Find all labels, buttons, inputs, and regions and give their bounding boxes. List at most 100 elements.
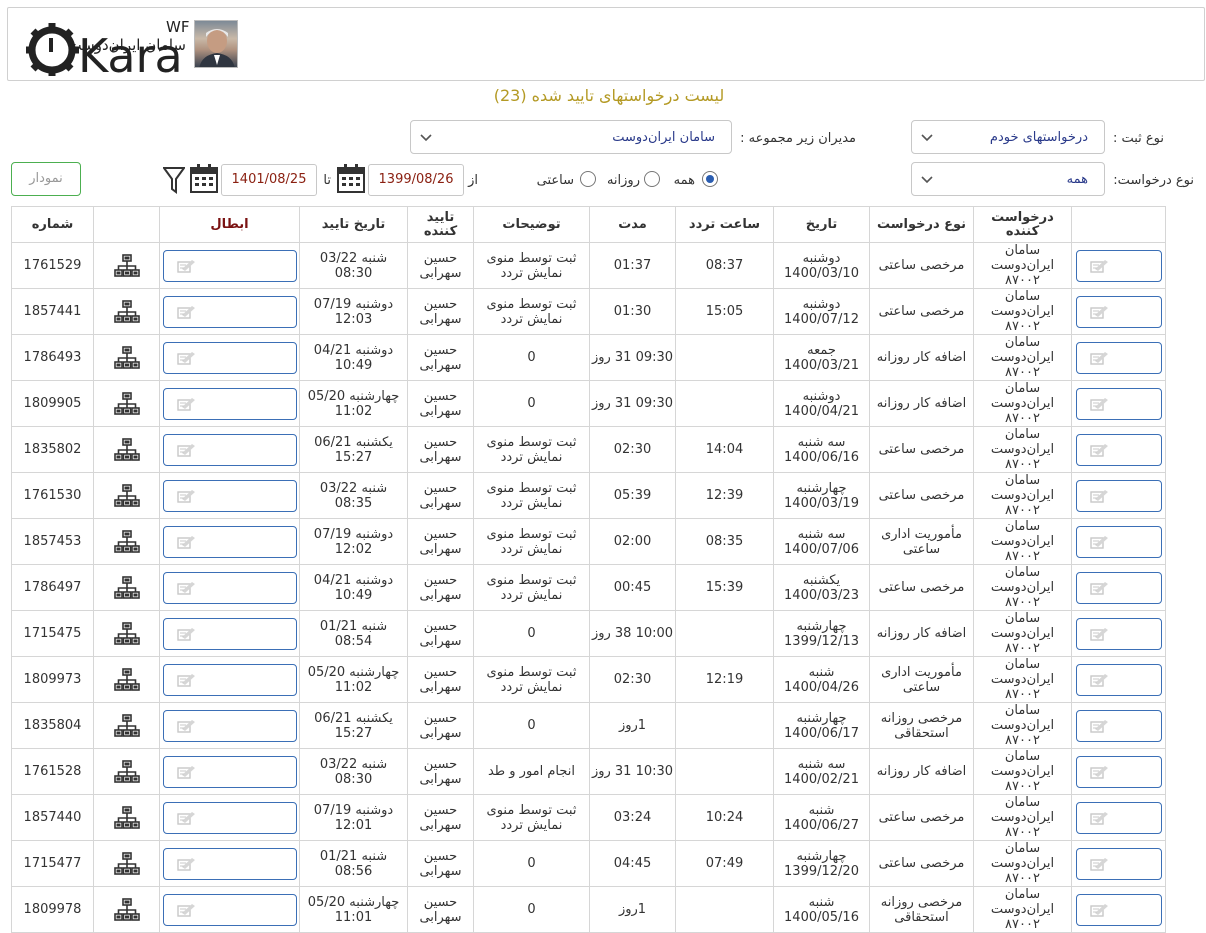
- col-header-approver[interactable]: تایید کننده: [407, 206, 474, 243]
- col-header-type[interactable]: نوع درخواست: [869, 206, 974, 243]
- hierarchy-icon[interactable]: [113, 851, 140, 876]
- view-button[interactable]: [1075, 571, 1162, 604]
- hierarchy-icon[interactable]: [113, 391, 140, 416]
- view-button[interactable]: [1075, 847, 1162, 880]
- from-date-input[interactable]: 1399/08/26: [368, 164, 464, 196]
- col-header-date[interactable]: تاریخ: [773, 206, 870, 243]
- filter-icon[interactable]: [163, 165, 185, 195]
- date-cell: دوشنبه 1400/07/12: [773, 288, 870, 335]
- calendar-icon[interactable]: [189, 163, 219, 195]
- cancel-button[interactable]: [162, 755, 297, 788]
- cancel-button[interactable]: [162, 617, 297, 650]
- time-cell: 12:39: [675, 472, 774, 519]
- org-cell: [93, 564, 160, 611]
- description-cell: ثبت توسط منوی نمایش تردد: [473, 656, 590, 703]
- cancel-button[interactable]: [162, 387, 297, 420]
- cancel-button[interactable]: [162, 525, 297, 558]
- to-date-input[interactable]: 1401/08/25: [221, 164, 317, 196]
- hierarchy-icon[interactable]: [113, 345, 140, 370]
- cancel-button[interactable]: [162, 663, 297, 696]
- hierarchy-icon[interactable]: [113, 897, 140, 922]
- view-button[interactable]: [1075, 617, 1162, 650]
- cancel-button[interactable]: [162, 479, 297, 512]
- request-type-label: نوع درخواست:: [1113, 173, 1194, 188]
- to-label: تا: [323, 173, 331, 188]
- table-row: سامان ایران‌دوست ۸۷۰۰۲ مرخصی روزانه استحق…: [11, 886, 1166, 933]
- radio-all[interactable]: [702, 171, 718, 187]
- view-button[interactable]: [1075, 709, 1162, 742]
- cancel-button[interactable]: [162, 893, 297, 926]
- request-type-select[interactable]: همه: [911, 162, 1105, 196]
- hierarchy-icon[interactable]: [113, 575, 140, 600]
- view-button[interactable]: [1075, 755, 1162, 788]
- hierarchy-icon[interactable]: [113, 621, 140, 646]
- edit-document-icon: [176, 719, 195, 733]
- org-cell: [93, 656, 160, 703]
- cancel-button[interactable]: [162, 801, 297, 834]
- hierarchy-icon[interactable]: [113, 713, 140, 738]
- view-button[interactable]: [1075, 295, 1162, 328]
- org-cell: [93, 242, 160, 289]
- cancel-button[interactable]: [162, 571, 297, 604]
- view-button[interactable]: [1075, 249, 1162, 282]
- action-cell: [1071, 518, 1166, 565]
- view-button[interactable]: [1075, 387, 1162, 420]
- requester-cell: سامان ایران‌دوست ۸۷۰۰۲: [973, 656, 1072, 703]
- cancel-button[interactable]: [162, 433, 297, 466]
- cancel-cell: [159, 748, 300, 795]
- table-row: سامان ایران‌دوست ۸۷۰۰۲ مرخصی ساعتی شنبه 14…: [11, 794, 1166, 841]
- col-header-requester[interactable]: درخواست کننده: [973, 206, 1072, 243]
- view-button[interactable]: [1075, 479, 1162, 512]
- radio-hourly[interactable]: [580, 171, 596, 187]
- hierarchy-icon[interactable]: [113, 529, 140, 554]
- requester-cell: سامان ایران‌دوست ۸۷۰۰۲: [973, 840, 1072, 887]
- hierarchy-icon[interactable]: [113, 805, 140, 830]
- cancel-cell: [159, 656, 300, 703]
- col-header-time[interactable]: ساعت تردد: [675, 206, 774, 243]
- hierarchy-icon[interactable]: [113, 437, 140, 462]
- user-avatar[interactable]: [194, 20, 238, 68]
- edit-document-icon: [1089, 259, 1108, 273]
- cancel-button[interactable]: [162, 847, 297, 880]
- register-type-select[interactable]: درخواستهای خودم: [911, 120, 1105, 154]
- number-cell: 1761530: [11, 472, 94, 519]
- hierarchy-icon[interactable]: [113, 759, 140, 784]
- view-button[interactable]: [1075, 801, 1162, 834]
- hierarchy-icon[interactable]: [113, 299, 140, 324]
- org-cell: [93, 288, 160, 335]
- requester-cell: سامان ایران‌دوست ۸۷۰۰۲: [973, 518, 1072, 565]
- view-button[interactable]: [1075, 525, 1162, 558]
- duration-cell: 02:30: [589, 426, 676, 473]
- hierarchy-icon[interactable]: [113, 253, 140, 278]
- org-cell: [93, 886, 160, 933]
- cancel-button[interactable]: [162, 341, 297, 374]
- cancel-button[interactable]: [162, 295, 297, 328]
- col-header-number[interactable]: شماره: [11, 206, 94, 243]
- view-button[interactable]: [1075, 893, 1162, 926]
- user-name: سامان ایران‌دوست: [67, 36, 186, 54]
- col-header-approve-date[interactable]: تاریخ تایید: [299, 206, 408, 243]
- col-header-duration[interactable]: مدت: [589, 206, 676, 243]
- type-cell: مرخصی ساعتی: [869, 288, 974, 335]
- view-button[interactable]: [1075, 341, 1162, 374]
- approve-date-cell: شنبه 01/21 08:56: [299, 840, 408, 887]
- table-row: سامان ایران‌دوست ۸۷۰۰۲ اضافه کار روزانه دو…: [11, 380, 1166, 427]
- hierarchy-icon[interactable]: [113, 483, 140, 508]
- managers-select[interactable]: سامان ایران‌دوست: [410, 120, 732, 154]
- cancel-button[interactable]: [162, 249, 297, 282]
- cancel-button[interactable]: [162, 709, 297, 742]
- view-button[interactable]: [1075, 433, 1162, 466]
- col-header-description[interactable]: توضیحات: [473, 206, 590, 243]
- calendar-icon[interactable]: [336, 163, 366, 195]
- chart-button[interactable]: نمودار: [11, 162, 81, 196]
- hierarchy-icon[interactable]: [113, 667, 140, 692]
- number-cell: 1809978: [11, 886, 94, 933]
- table-row: سامان ایران‌دوست ۸۷۰۰۲ مرخصی ساعتی سه شنبه…: [11, 426, 1166, 473]
- action-cell: [1071, 564, 1166, 611]
- approver-cell: حسین سهرابی: [407, 380, 474, 427]
- view-button[interactable]: [1075, 663, 1162, 696]
- edit-document-icon: [176, 903, 195, 917]
- time-cell: [675, 748, 774, 795]
- col-header-cancel: ابطال: [159, 206, 300, 243]
- radio-daily[interactable]: [644, 171, 660, 187]
